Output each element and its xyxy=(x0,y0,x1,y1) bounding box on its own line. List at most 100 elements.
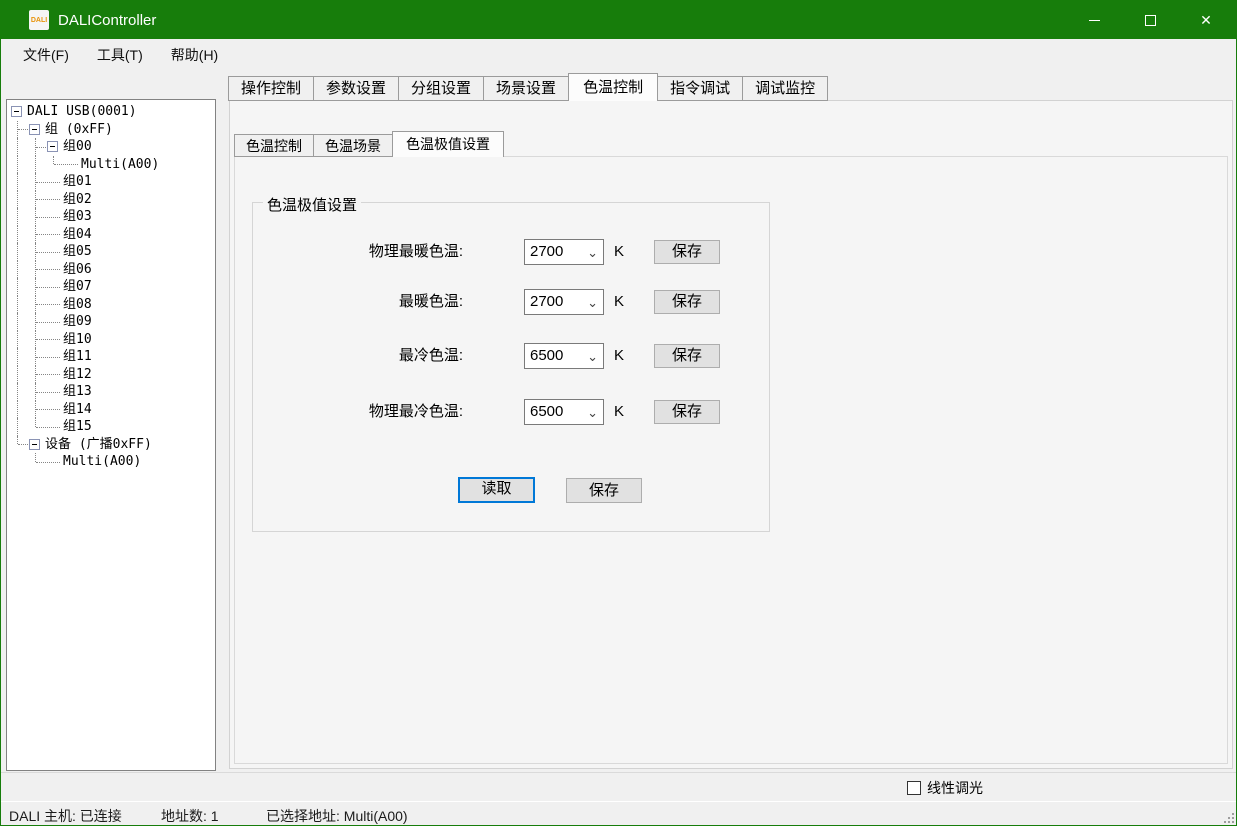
tab-sub-1[interactable]: 色温场景 xyxy=(314,134,393,157)
tree-item-20[interactable]: Multi(A00) xyxy=(7,453,215,471)
tree-item-label[interactable]: 组09 xyxy=(63,314,92,330)
tree-item-9[interactable]: 组06 xyxy=(7,261,215,279)
chevron-down-icon[interactable]: ⌄ xyxy=(587,291,598,315)
save-all-button[interactable]: 保存 xyxy=(566,478,642,503)
cct-row-save-button[interactable]: 保存 xyxy=(654,290,720,314)
tab-main-6[interactable]: 调试监控 xyxy=(743,76,828,101)
tab-main-2[interactable]: 分组设置 xyxy=(399,76,484,101)
cct-value-combobox[interactable]: 2700⌄ xyxy=(524,239,604,265)
tree-item-label[interactable]: 组05 xyxy=(63,244,92,260)
tree-item-13[interactable]: 组10 xyxy=(7,331,215,349)
tree-guide-line xyxy=(17,243,18,261)
unit-label: K xyxy=(614,239,624,265)
tree-connector-line xyxy=(36,427,60,428)
tree-connector-line xyxy=(36,287,60,288)
read-button[interactable]: 读取 xyxy=(458,477,535,503)
tree-item-label[interactable]: Multi(A00) xyxy=(81,157,159,173)
tree-item-label[interactable]: 组14 xyxy=(63,402,92,418)
menu-item-1[interactable]: 工具(T) xyxy=(83,39,157,71)
cct-value-combobox[interactable]: 2700⌄ xyxy=(524,289,604,315)
tab-main-0[interactable]: 操作控制 xyxy=(228,76,314,101)
tree-item-12[interactable]: 组09 xyxy=(7,313,215,331)
tree-item-label[interactable]: Multi(A00) xyxy=(63,454,141,470)
linear-dimming-checkbox-wrap[interactable]: 线性调光 xyxy=(907,778,983,798)
minimize-button[interactable] xyxy=(1071,1,1117,39)
tree-item-label[interactable]: DALI USB(0001) xyxy=(27,104,137,120)
tree-item-14[interactable]: 组11 xyxy=(7,348,215,366)
tree-guide-line xyxy=(17,156,18,174)
sub-tab-page: 色温极值设置 物理最暖色温:2700⌄K保存最暖色温:2700⌄K保存最冷色温:… xyxy=(234,156,1228,764)
tree-guide-line xyxy=(17,191,18,209)
tree-item-label[interactable]: 组03 xyxy=(63,209,92,225)
tree-item-label[interactable]: 组04 xyxy=(63,227,92,243)
tab-sub-2[interactable]: 色温极值设置 xyxy=(392,131,504,157)
tree-item-18[interactable]: 组15 xyxy=(7,418,215,436)
tree-item-label[interactable]: 组08 xyxy=(63,297,92,313)
tree-item-label[interactable]: 组10 xyxy=(63,332,92,348)
tree-item-5[interactable]: 组02 xyxy=(7,191,215,209)
device-tree[interactable]: DALI USB(0001)组 (0xFF)组00Multi(A00)组01组0… xyxy=(6,99,216,771)
tree-item-0[interactable]: DALI USB(0001) xyxy=(7,103,215,121)
tree-collapse-icon[interactable] xyxy=(29,124,40,135)
tree-item-17[interactable]: 组14 xyxy=(7,401,215,419)
cct-value-combobox[interactable]: 6500⌄ xyxy=(524,399,604,425)
close-button[interactable]: ✕ xyxy=(1183,1,1229,39)
tree-item-10[interactable]: 组07 xyxy=(7,278,215,296)
cct-row-save-button[interactable]: 保存 xyxy=(654,344,720,368)
tree-item-label[interactable]: 组07 xyxy=(63,279,92,295)
tree-item-2[interactable]: 组00 xyxy=(7,138,215,156)
menu-item-0[interactable]: 文件(F) xyxy=(9,39,83,71)
chevron-down-icon[interactable]: ⌄ xyxy=(587,345,598,369)
chevron-down-icon[interactable]: ⌄ xyxy=(587,401,598,425)
tree-connector-line xyxy=(36,252,60,253)
tree-item-label[interactable]: 组00 xyxy=(63,139,92,155)
app-icon: DALI xyxy=(29,10,49,30)
cct-value-combobox[interactable]: 6500⌄ xyxy=(524,343,604,369)
tab-main-5[interactable]: 指令调试 xyxy=(658,76,743,101)
cct-row-save-button[interactable]: 保存 xyxy=(654,240,720,264)
linear-dimming-checkbox[interactable] xyxy=(907,781,921,795)
tree-item-16[interactable]: 组13 xyxy=(7,383,215,401)
tree-guide-line xyxy=(35,156,36,174)
cct-row-save-button[interactable]: 保存 xyxy=(654,400,720,424)
tree-item-7[interactable]: 组04 xyxy=(7,226,215,244)
tree-item-4[interactable]: 组01 xyxy=(7,173,215,191)
tree-item-label[interactable]: 组01 xyxy=(63,174,92,190)
tree-item-label[interactable]: 组11 xyxy=(63,349,92,365)
tree-collapse-icon[interactable] xyxy=(11,106,22,117)
tab-main-1[interactable]: 参数设置 xyxy=(314,76,399,101)
tree-item-6[interactable]: 组03 xyxy=(7,208,215,226)
tree-collapse-icon[interactable] xyxy=(29,439,40,450)
app-icon-text: DALI xyxy=(31,17,47,24)
tree-item-label[interactable]: 组12 xyxy=(63,367,92,383)
tree-item-label[interactable]: 组02 xyxy=(63,192,92,208)
tree-connector-line xyxy=(36,199,60,200)
tab-sub-0[interactable]: 色温控制 xyxy=(234,134,314,157)
menu-item-2[interactable]: 帮助(H) xyxy=(157,39,232,71)
tree-item-3[interactable]: Multi(A00) xyxy=(7,156,215,174)
cct-extremes-groupbox: 色温极值设置 物理最暖色温:2700⌄K保存最暖色温:2700⌄K保存最冷色温:… xyxy=(252,202,770,532)
cct-form-row-1: 最暖色温:2700⌄K保存 xyxy=(253,289,769,315)
tree-item-8[interactable]: 组05 xyxy=(7,243,215,261)
tree-guide-line xyxy=(17,208,18,226)
tab-main-4[interactable]: 色温控制 xyxy=(568,73,658,101)
tree-item-label[interactable]: 组15 xyxy=(63,419,92,435)
tree-item-15[interactable]: 组12 xyxy=(7,366,215,384)
tree-item-label[interactable]: 组13 xyxy=(63,384,92,400)
tree-item-label[interactable]: 组06 xyxy=(63,262,92,278)
status-address-count: 地址数: 1 xyxy=(161,806,219,826)
tab-main-3[interactable]: 场景设置 xyxy=(484,76,569,101)
resize-grip[interactable] xyxy=(1224,813,1234,823)
tree-connector-line xyxy=(36,392,60,393)
tree-connector-line xyxy=(36,182,60,183)
chevron-down-icon[interactable]: ⌄ xyxy=(587,241,598,265)
tree-item-label[interactable]: 设备 (广播0xFF) xyxy=(45,437,152,453)
tree-collapse-icon[interactable] xyxy=(47,141,58,152)
tree-item-label[interactable]: 组 (0xFF) xyxy=(45,122,113,138)
maximize-button[interactable] xyxy=(1127,1,1173,39)
tree-item-19[interactable]: 设备 (广播0xFF) xyxy=(7,436,215,454)
tree-item-1[interactable]: 组 (0xFF) xyxy=(7,121,215,139)
tree-item-11[interactable]: 组08 xyxy=(7,296,215,314)
tree-connector-line xyxy=(36,339,60,340)
status-selected-address: 已选择地址: Multi(A00) xyxy=(266,806,408,826)
